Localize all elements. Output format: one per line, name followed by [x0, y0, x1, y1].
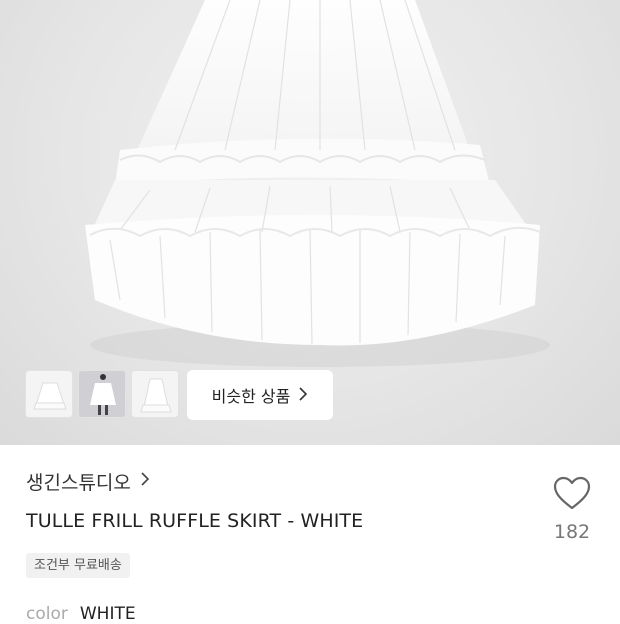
thumbnail-3[interactable] — [131, 370, 179, 418]
color-option-row: color WHITE — [26, 604, 136, 624]
thumbnail-2[interactable] — [78, 370, 126, 418]
thumbnail-3-image — [140, 378, 172, 413]
like-button[interactable] — [552, 474, 592, 514]
product-title: TULLE FRILL RUFFLE SKIRT - WHITE — [26, 510, 364, 532]
chevron-right-icon — [140, 471, 150, 492]
thumbnail-2-image — [79, 371, 125, 417]
color-value: WHITE — [79, 604, 136, 624]
thumbnail-1[interactable] — [25, 370, 73, 418]
color-label: color — [26, 604, 68, 624]
similar-products-label: 비슷한 상품 — [211, 387, 291, 406]
chevron-right-icon — [298, 386, 308, 405]
shipping-badge: 조건부 무료배송 — [26, 553, 130, 578]
thumbnail-1-image — [33, 382, 67, 410]
brand-name: 생긴스튜디오 — [26, 472, 131, 494]
thumbnail-strip — [25, 370, 179, 418]
like-count: 182 — [553, 521, 591, 543]
brand-link[interactable]: 생긴스튜디오 — [26, 468, 150, 495]
similar-products-button[interactable]: 비슷한 상품 — [187, 370, 333, 420]
heart-icon — [553, 476, 591, 510]
